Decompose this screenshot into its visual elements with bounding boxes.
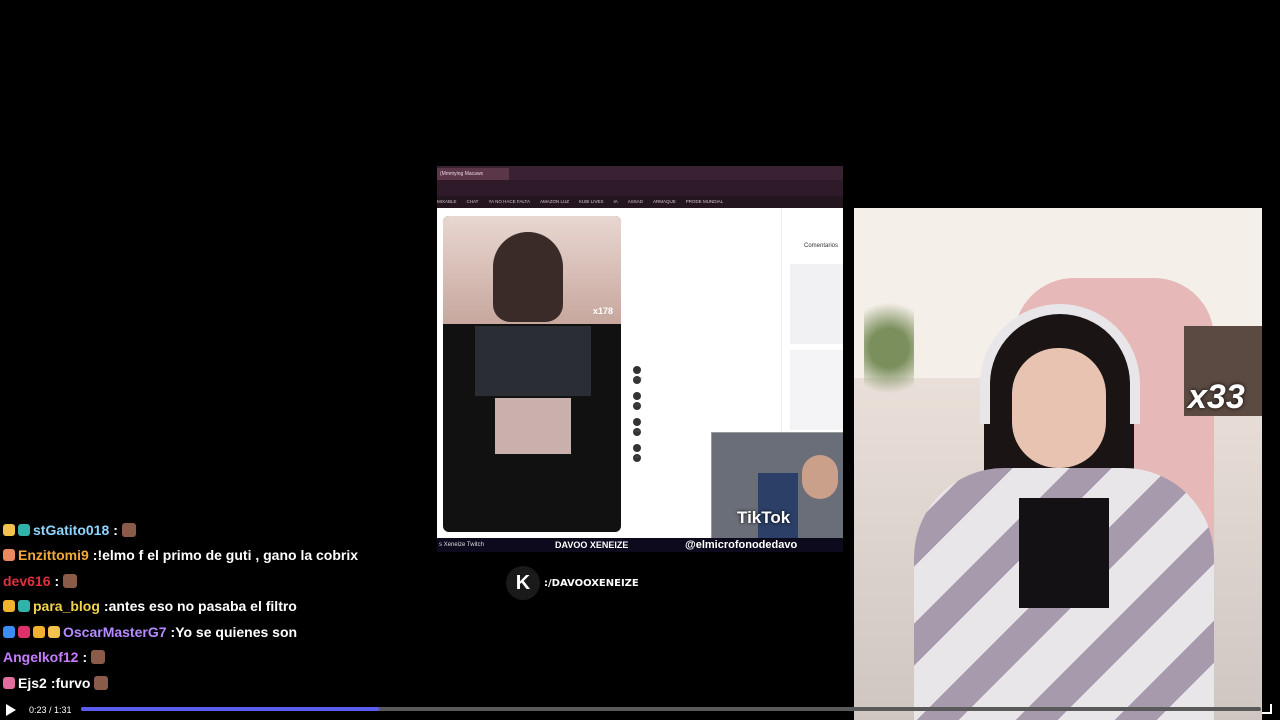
chat-username[interactable]: stGatito018 bbox=[33, 522, 109, 538]
share-icon bbox=[633, 444, 641, 452]
streamer-top bbox=[1019, 498, 1109, 608]
seek-bar[interactable] bbox=[81, 707, 1261, 711]
chat-message: Enzittomi9 : !elmo f el primo de guti , … bbox=[3, 543, 443, 569]
chat-username[interactable]: OscarMasterG7 bbox=[63, 624, 167, 640]
bookmark-item[interactable]: MIXABLE bbox=[437, 199, 457, 204]
chat-username[interactable]: Enzittomi9 bbox=[18, 547, 89, 563]
chat-separator: : bbox=[113, 521, 118, 538]
comment-placeholder bbox=[790, 350, 843, 430]
chat-username[interactable]: para_blog bbox=[33, 598, 100, 614]
tiktok-watermark: TikTok bbox=[737, 508, 791, 527]
chat-separator: : bbox=[82, 649, 88, 666]
bookmark-item[interactable]: ARMAQUE bbox=[653, 199, 676, 204]
comment-placeholder bbox=[790, 264, 843, 344]
kick-logo-icon: K bbox=[506, 566, 540, 600]
kick-handle: :/DAVOOXENEIZE bbox=[544, 577, 639, 589]
chat-badge-icon bbox=[18, 523, 30, 536]
play-icon[interactable] bbox=[6, 704, 16, 716]
chat-emote-icon bbox=[94, 675, 109, 690]
bookmark-item[interactable]: YA NO HACE FALTA bbox=[488, 199, 530, 204]
comment-count: 40 bbox=[633, 402, 641, 410]
chat-text: furvo bbox=[55, 674, 91, 691]
chat-text: Yo se quienes son bbox=[175, 623, 298, 640]
bookmark-icon bbox=[633, 418, 641, 426]
plant bbox=[864, 288, 914, 408]
chat-badge-icon bbox=[48, 625, 60, 638]
bookmark-item[interactable]: AMAZON LUZ bbox=[540, 199, 569, 204]
like-count: 2522 bbox=[633, 376, 642, 384]
fullscreen-icon[interactable] bbox=[1262, 704, 1272, 714]
timecode: 0:23 / 1:31 bbox=[29, 705, 72, 715]
browser-tab: (Mmmying Macaws bbox=[437, 168, 509, 180]
streamer-figure bbox=[493, 232, 563, 322]
tiktok-video: x178 bbox=[443, 216, 621, 532]
bookmark-item[interactable]: IA bbox=[613, 199, 617, 204]
video-overlay-count: x178 bbox=[593, 306, 614, 316]
streamer-webcam: x33 bbox=[854, 208, 1262, 720]
chat-badge-icon bbox=[3, 523, 15, 536]
embedded-browser-capture: (Mmmying Macaws MIXABLE CHAT YA NO HACE FA… bbox=[437, 166, 843, 552]
bookmark-item[interactable]: CHAT bbox=[467, 199, 479, 204]
browser-tab-bar: (Mmmying Macaws bbox=[437, 166, 843, 180]
bookmark-item[interactable]: ASSAD bbox=[628, 199, 643, 204]
chat-message: OscarMasterG7 : Yo se quienes son bbox=[3, 619, 443, 645]
footer-center-text: DAVOO XENEIZE bbox=[555, 540, 629, 550]
chat-text: antes eso no pasaba el filtro bbox=[108, 598, 297, 615]
chat-overlay: stGatito018 : Enzittomi9 : !elmo f el pr… bbox=[3, 517, 443, 696]
chat-emote-icon bbox=[63, 573, 78, 588]
video-frame-lower bbox=[495, 398, 571, 454]
chat-emote-icon bbox=[121, 522, 136, 537]
person-head bbox=[802, 455, 838, 499]
footer-left-text: s Xeneize Twitch bbox=[439, 542, 484, 548]
person-shirt bbox=[758, 473, 798, 539]
chat-badge-icon bbox=[3, 676, 15, 689]
bookmark-item[interactable]: KUBI LIVES bbox=[579, 199, 604, 204]
heart-icon bbox=[633, 366, 641, 374]
chat-message: stGatito018 : bbox=[3, 517, 443, 543]
chat-message: Ejs2 : furvo bbox=[3, 670, 443, 696]
bookmark-count: 246 bbox=[633, 428, 641, 436]
chat-emote-icon bbox=[91, 650, 106, 665]
chat-badge-icon bbox=[33, 625, 45, 638]
chat-message: Angelkof12 : bbox=[3, 645, 443, 671]
chat-badge-icon bbox=[18, 625, 30, 638]
comments-label: Comentarios bbox=[804, 243, 839, 249]
seek-bar-progress bbox=[81, 707, 380, 711]
share-count: 56 bbox=[633, 454, 641, 462]
chat-message: dev616 : bbox=[3, 568, 443, 594]
chat-badge-icon bbox=[18, 600, 30, 613]
browser-address-bar bbox=[437, 180, 843, 196]
chat-message: para_blog : antes eso no pasaba el filtr… bbox=[3, 594, 443, 620]
footer-right-text: @elmicrofonodedavo bbox=[685, 539, 798, 551]
tiktok-actions: 2522 40 246 56 bbox=[625, 360, 649, 470]
kick-channel-tag: K :/DAVOOXENEIZE bbox=[506, 566, 639, 600]
chat-username[interactable]: Ejs2 bbox=[18, 675, 47, 691]
chat-badge-icon bbox=[3, 549, 15, 562]
video-frame-middle bbox=[475, 326, 591, 396]
chat-badge-icon bbox=[3, 625, 15, 638]
chat-separator: : bbox=[54, 572, 60, 589]
chat-badge-icon bbox=[3, 600, 15, 613]
stream-footer: s Xeneize Twitch DAVOO XENEIZE @elmicrof… bbox=[437, 538, 843, 552]
emote-overlay-count: x33 bbox=[1188, 378, 1245, 416]
bookmarks-bar: MIXABLE CHAT YA NO HACE FALTA AMAZON LUZ KUB… bbox=[437, 196, 843, 208]
chat-text: !elmo f el primo de guti , gano la cobri… bbox=[97, 547, 359, 564]
bookmark-item[interactable]: PRODE MUNDIAL bbox=[686, 199, 724, 204]
comment-icon bbox=[633, 392, 641, 400]
chat-username[interactable]: Angelkof12 bbox=[3, 649, 78, 665]
chat-username[interactable]: dev616 bbox=[3, 573, 50, 589]
